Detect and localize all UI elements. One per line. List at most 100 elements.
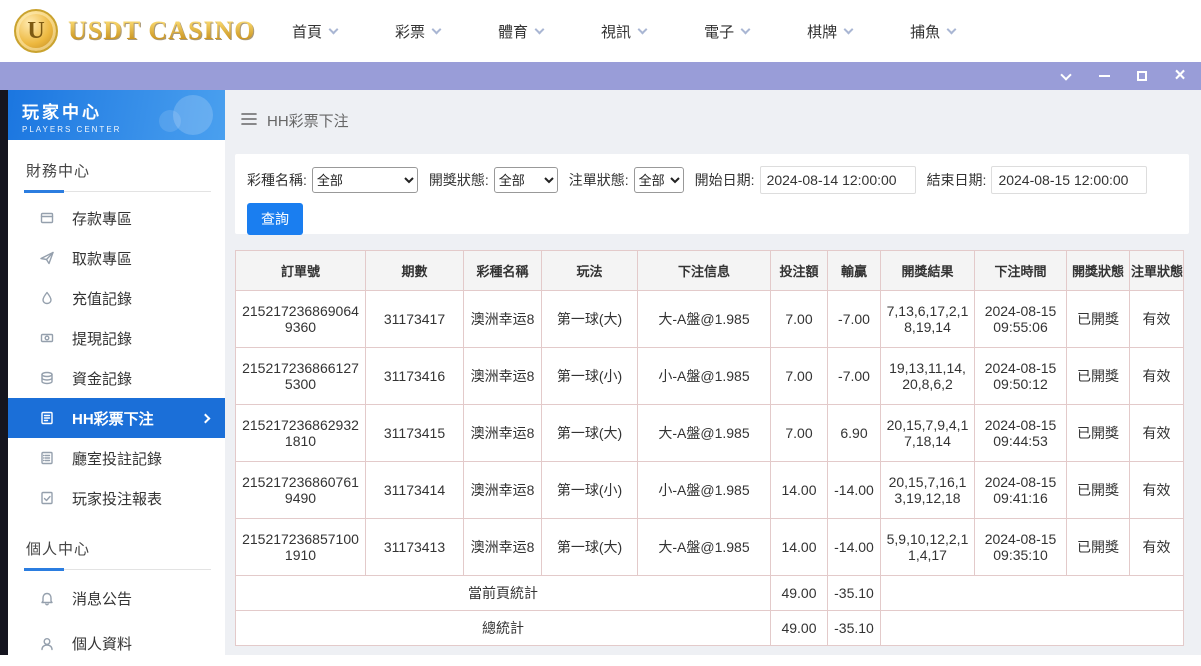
cell-lottery-name: 澳洲幸运8 — [464, 462, 542, 519]
nav-item-cards[interactable]: 棋牌 — [807, 21, 852, 42]
filter-label: 結束日期: — [927, 170, 987, 190]
sidebar-item-label: 玩家投注報表 — [72, 488, 162, 509]
minimize-icon — [1099, 75, 1110, 77]
col-header-draw-status: 開獎狀態 — [1067, 251, 1130, 291]
col-header-order-no: 訂單號 — [236, 251, 366, 291]
cell-bet-time: 2024-08-15 09:35:10 — [975, 519, 1067, 576]
lottery-name-select[interactable]: 全部 — [312, 167, 418, 193]
cell-order-status: 有效 — [1130, 519, 1184, 576]
cell-order-no: 2152172368571001910 — [236, 519, 366, 576]
cell-play-type: 第一球(大) — [542, 519, 638, 576]
cell-draw-status: 已開獎 — [1067, 405, 1130, 462]
minimize-button[interactable] — [1097, 69, 1111, 83]
nav-item-video[interactable]: 視訊 — [601, 21, 646, 42]
chevron-right-icon — [201, 413, 211, 423]
nav-label: 視訊 — [601, 21, 631, 42]
nav-item-lottery[interactable]: 彩票 — [395, 21, 440, 42]
sidebar-item-label: 廳室投註記錄 — [72, 448, 162, 469]
cell-play-type: 第一球(大) — [542, 291, 638, 348]
draw-status-select[interactable]: 全部 — [494, 167, 558, 193]
close-button[interactable]: × — [1173, 69, 1187, 83]
col-header-bet-info: 下注信息 — [638, 251, 771, 291]
table-header-row: 訂單號 期數 彩種名稱 玩法 下注信息 投注額 輸贏 開獎結果 下注時間 開獎狀… — [236, 251, 1184, 291]
sidebar-item-announcements[interactable]: 消息公告 — [8, 576, 225, 621]
cell-bet-info: 大-A盤@1.985 — [638, 291, 771, 348]
sidebar-item-deposit[interactable]: 存款專區 — [8, 198, 225, 238]
bets-table: 訂單號 期數 彩種名稱 玩法 下注信息 投注額 輸贏 開獎結果 下注時間 開獎狀… — [235, 250, 1184, 646]
filter-label: 開始日期: — [695, 170, 755, 190]
cell-bet-time: 2024-08-15 09:50:12 — [975, 348, 1067, 405]
sidebar-item-player-bet-report[interactable]: 玩家投注報表 — [8, 478, 225, 518]
report-icon — [38, 490, 56, 506]
cell-lottery-name: 澳洲幸运8 — [464, 348, 542, 405]
cell-draw-result: 19,13,11,14,20,8,6,2 — [881, 348, 975, 405]
nav-item-slots[interactable]: 電子 — [704, 21, 749, 42]
sidebar-item-label: 資金記錄 — [72, 368, 132, 389]
search-button[interactable]: 查詢 — [247, 203, 303, 235]
close-icon: × — [1174, 69, 1185, 83]
page-summary-row: 當前頁統計 49.00 -35.10 — [236, 576, 1184, 611]
col-header-draw-result: 開獎結果 — [881, 251, 975, 291]
coin-letter: U — [27, 18, 44, 45]
personal-menu: 消息公告 個人資料 — [8, 576, 225, 666]
window-chevron-button[interactable] — [1059, 69, 1073, 83]
filter-draw-status: 開獎狀態: 全部 — [429, 167, 558, 193]
sidebar-item-label: 存款專區 — [72, 208, 132, 229]
summary-label: 當前頁統計 — [236, 576, 771, 611]
cell-win-loss: -7.00 — [828, 291, 881, 348]
col-header-play-type: 玩法 — [542, 251, 638, 291]
cell-bet-time: 2024-08-15 09:41:16 — [975, 462, 1067, 519]
filter-end-date: 結束日期: — [927, 166, 1148, 194]
col-header-lottery-name: 彩種名稱 — [464, 251, 542, 291]
filter-label: 彩種名稱: — [247, 170, 307, 190]
cell-draw-status: 已開獎 — [1067, 462, 1130, 519]
sidebar-item-label: 取款專區 — [72, 248, 132, 269]
nav-label: 體育 — [498, 21, 528, 42]
cell-bet-amount: 7.00 — [771, 291, 828, 348]
cell-draw-status: 已開獎 — [1067, 519, 1130, 576]
filter-start-date: 開始日期: — [695, 166, 916, 194]
sidebar-item-funds-records[interactable]: 資金記錄 — [8, 358, 225, 398]
player-center-sidebar: 玩家中心 PLAYERS CENTER 財務中心 存款專區 取款專區 — [8, 90, 225, 655]
page-title: HH彩票下注 — [267, 110, 349, 131]
sidebar-item-hall-bet-records[interactable]: 廳室投註記錄 — [8, 438, 225, 478]
section-label: 財務中心 — [26, 163, 90, 180]
cell-draw-result: 20,15,7,16,13,19,12,18 — [881, 462, 975, 519]
end-date-input[interactable] — [991, 166, 1147, 194]
cell-play-type: 第一球(大) — [542, 405, 638, 462]
cell-draw-result: 7,13,6,17,2,18,19,14 — [881, 291, 975, 348]
sidebar-item-cashout-records[interactable]: 提現記錄 — [8, 318, 225, 358]
nav-item-fishing[interactable]: 捕魚 — [910, 21, 955, 42]
cell-win-loss: -14.00 — [828, 519, 881, 576]
chevron-down-icon — [535, 24, 545, 34]
main-nav: 首頁 彩票 體育 視訊 電子 棋牌 捕魚 — [292, 21, 955, 42]
sidebar-item-withdraw[interactable]: 取款專區 — [8, 238, 225, 278]
nav-item-home[interactable]: 首頁 — [292, 21, 337, 42]
maximize-icon — [1137, 71, 1147, 81]
hamburger-menu-icon[interactable] — [241, 112, 257, 130]
start-date-input[interactable] — [760, 166, 916, 194]
cell-bet-amount: 14.00 — [771, 519, 828, 576]
sidebar-item-hh-lottery-bets[interactable]: HH彩票下注 — [8, 398, 225, 438]
col-header-win-loss: 輸贏 — [828, 251, 881, 291]
sidebar-item-profile[interactable]: 個人資料 — [8, 621, 225, 666]
cell-play-type: 第一球(小) — [542, 348, 638, 405]
chevron-down-icon — [638, 24, 648, 34]
sidebar-item-recharge-records[interactable]: 充值記錄 — [8, 278, 225, 318]
cell-period: 31173415 — [366, 405, 464, 462]
recharge-icon — [38, 290, 56, 306]
summary-empty-cell — [881, 611, 1184, 646]
order-status-select[interactable]: 全部 — [634, 167, 684, 193]
filter-row: 彩種名稱: 全部 開獎狀態: 全部 注單狀態: 全部 — [247, 166, 1177, 194]
chevron-down-icon — [1060, 69, 1071, 80]
site-logo[interactable]: U USDT CASINO — [14, 9, 252, 53]
sidebar-item-label: 個人資料 — [72, 633, 132, 654]
nav-item-sports[interactable]: 體育 — [498, 21, 543, 42]
background-edge-strip — [0, 90, 8, 655]
table-row: 2152172368607619490 31173414 澳洲幸运8 第一球(小… — [236, 462, 1184, 519]
maximize-button[interactable] — [1135, 69, 1149, 83]
cell-lottery-name: 澳洲幸运8 — [464, 291, 542, 348]
finance-menu: 存款專區 取款專區 充值記錄 提現記錄 — [8, 198, 225, 518]
section-personal-center: 個人中心 — [24, 532, 211, 570]
cell-order-status: 有效 — [1130, 462, 1184, 519]
